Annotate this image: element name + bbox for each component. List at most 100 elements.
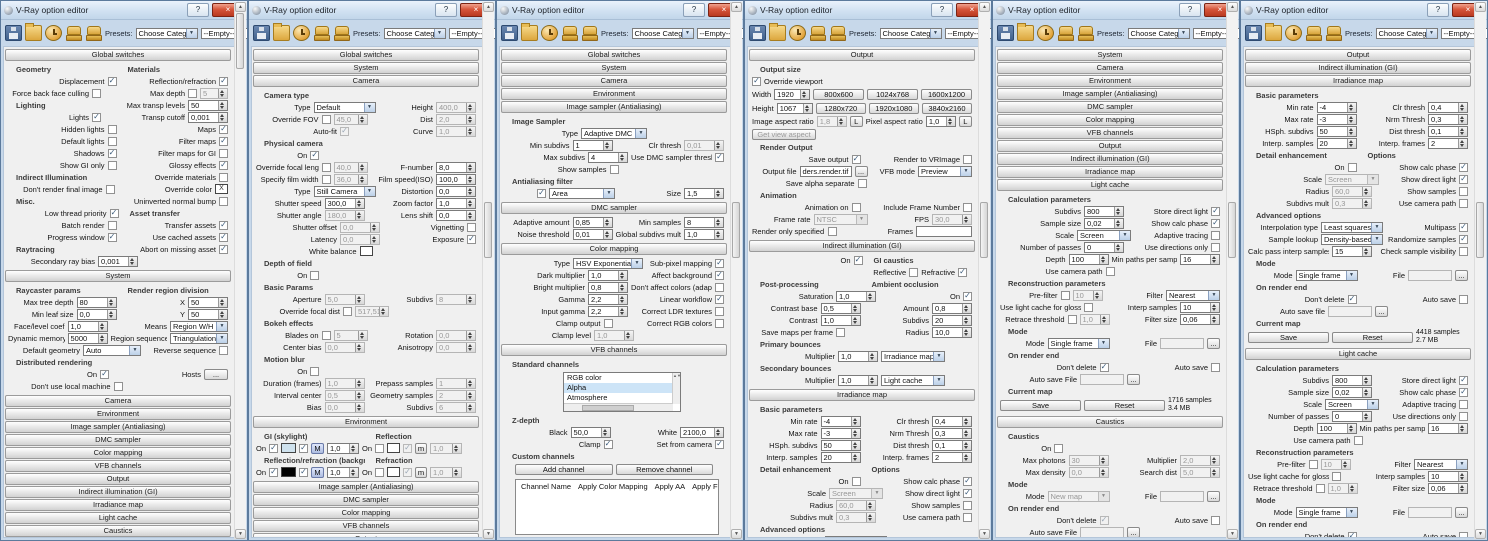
button[interactable]: Remove channel (615, 464, 713, 475)
checkbox[interactable]: ✓ (1459, 234, 1468, 244)
stamp-load-icon[interactable] (85, 25, 102, 41)
spin-down-icon[interactable] (1363, 392, 1371, 397)
spin-down-icon[interactable] (804, 108, 812, 113)
checkbox[interactable]: ✓ (958, 267, 967, 277)
dropdown[interactable]: Least squares fi▼ (825, 535, 887, 537)
dropdown[interactable]: Auto ▼ (83, 344, 141, 356)
scroll-thumb[interactable] (484, 202, 492, 258)
spin-down-icon[interactable] (219, 314, 227, 319)
section-bar-image-sampler-antialiasing[interactable]: Image sampler (Antialiasing) (5, 421, 231, 433)
open-folder-icon[interactable] (1017, 23, 1034, 41)
spin-down-icon[interactable] (619, 157, 627, 162)
spinner[interactable]: 1,0 (1079, 313, 1110, 325)
checkbox[interactable] (321, 162, 331, 172)
spin-down-icon[interactable] (219, 93, 227, 98)
spinner-arrows-icon[interactable] (1346, 423, 1356, 433)
spin-down-icon[interactable] (467, 119, 475, 124)
spinner-arrows-icon[interactable] (218, 88, 227, 98)
section-bar-vfb-channels[interactable]: VFB channels (501, 344, 727, 356)
scrollbar[interactable]: ▲ ▼ (1226, 2, 1238, 539)
save-disk-icon[interactable] (749, 25, 766, 41)
spin-down-icon[interactable] (1094, 295, 1102, 300)
section-bar-environment[interactable]: Environment (501, 88, 727, 100)
spinner[interactable]: 1,8 (816, 115, 847, 127)
spinner-arrows-icon[interactable] (354, 402, 364, 412)
spinner[interactable]: 1,0 (324, 377, 365, 389)
spin-down-icon[interactable] (1115, 247, 1123, 252)
section-bar-system[interactable]: System (997, 49, 1223, 61)
spin-down-icon[interactable] (1100, 259, 1108, 264)
button[interactable]: L (958, 115, 972, 127)
scrollbar[interactable]: ▲ ▼ (730, 2, 742, 539)
checkbox[interactable] (1060, 290, 1070, 300)
spinner-arrows-icon[interactable] (218, 309, 227, 319)
spin-down-icon[interactable] (99, 326, 107, 331)
spinner[interactable]: 5,0 (1180, 466, 1220, 478)
spinner-arrows-icon[interactable] (602, 217, 612, 227)
spin-down-icon[interactable] (467, 215, 475, 220)
spinner[interactable]: 60,0 (1332, 185, 1372, 197)
spinner-arrows-icon[interactable] (1346, 126, 1356, 136)
spinner[interactable]: 1,0 (1327, 482, 1358, 494)
spinner-arrows-icon[interactable] (962, 214, 971, 224)
help-button[interactable]: ? (931, 3, 953, 17)
spinner[interactable]: 30,0 (932, 213, 972, 225)
spinner[interactable]: 0,06 (1428, 482, 1468, 494)
spinner-arrows-icon[interactable] (1362, 375, 1371, 385)
checkbox[interactable] (963, 500, 972, 510)
checkbox[interactable] (963, 202, 972, 212)
color-swatch[interactable] (387, 467, 401, 477)
dropdown[interactable]: Area ▼ (549, 187, 615, 199)
button[interactable]: ... (854, 165, 868, 177)
checkbox[interactable] (113, 381, 123, 391)
spinner-arrows-icon[interactable] (714, 188, 723, 198)
history-clock-icon[interactable] (789, 25, 806, 41)
button[interactable]: ... (204, 368, 228, 380)
spinner[interactable]: 16 (1180, 253, 1220, 265)
spinner-arrows-icon[interactable] (618, 270, 627, 280)
spinner-arrows-icon[interactable] (962, 315, 971, 325)
checkbox[interactable] (1105, 266, 1115, 276)
checkbox[interactable]: ✓ (219, 220, 228, 230)
spin-down-icon[interactable] (356, 347, 364, 352)
spinner-arrows-icon[interactable] (714, 217, 723, 227)
spinner-arrows-icon[interactable] (866, 500, 875, 510)
spin-down-icon[interactable] (1363, 380, 1371, 385)
text-field[interactable] (1408, 506, 1452, 518)
spinner[interactable]: 0,1 (1428, 125, 1468, 137)
spinner[interactable]: 0,001 (188, 111, 228, 123)
spin-down-icon[interactable] (356, 299, 364, 304)
spinner-arrows-icon[interactable] (466, 402, 475, 412)
spinner-arrows-icon[interactable] (106, 309, 116, 319)
spin-down-icon[interactable] (356, 407, 364, 412)
spinner-arrows-icon[interactable] (106, 297, 116, 307)
checkbox[interactable] (188, 88, 197, 98)
button[interactable]: 800x600 (813, 88, 865, 100)
spinner-arrows-icon[interactable] (714, 427, 723, 437)
checkbox[interactable] (1459, 294, 1468, 304)
spin-down-icon[interactable] (467, 395, 475, 400)
scrollbar[interactable]: ▲ ▼ (1474, 2, 1486, 539)
checkbox[interactable]: ✓ (403, 443, 413, 453)
dropdown[interactable]: Irradiance map ▼ (881, 350, 945, 362)
checkbox[interactable]: ✓ (92, 112, 101, 122)
checkbox[interactable]: ✓ (853, 255, 863, 265)
spin-down-icon[interactable] (359, 335, 367, 340)
stamp-save-icon[interactable] (809, 25, 826, 41)
checkbox[interactable] (107, 160, 117, 170)
scroll-up-icon[interactable]: ▲ (1227, 2, 1238, 12)
spinner[interactable]: 1,0 (430, 466, 463, 478)
checkbox[interactable]: ✓ (1347, 531, 1357, 537)
spin-down-icon[interactable] (1115, 223, 1123, 228)
spinner-arrows-icon[interactable] (1210, 455, 1219, 465)
spin-down-icon[interactable] (1348, 107, 1356, 112)
scroll-thumb[interactable] (582, 405, 634, 411)
spinner[interactable]: 0,8 (588, 281, 628, 293)
scroll-down-icon[interactable]: ▼ (1475, 529, 1486, 539)
spin-down-icon[interactable] (1363, 416, 1371, 421)
checkbox[interactable]: ✓ (219, 136, 228, 146)
section-bar-global-switches[interactable]: Global switches (253, 49, 479, 61)
help-button[interactable]: ? (1179, 3, 1201, 17)
spinner[interactable]: 4 (588, 151, 628, 163)
scroll-down-icon[interactable]: ▼ (1227, 529, 1238, 539)
